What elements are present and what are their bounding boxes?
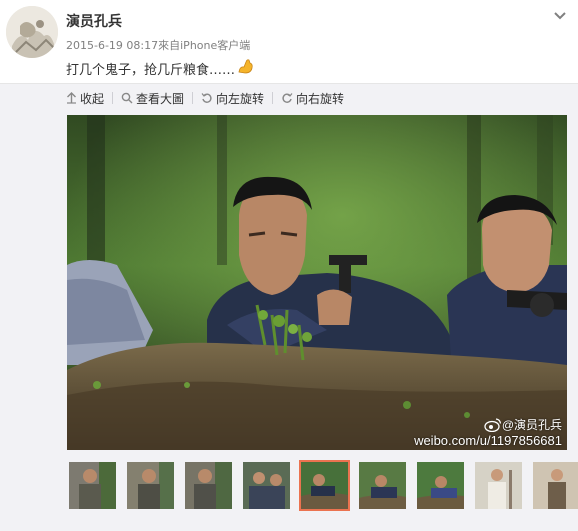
thumbnail-image [301,462,348,509]
watermark-url: weibo.com/u/1197856681 [414,433,562,448]
arrow-up-icon [67,92,76,104]
divider [272,92,274,104]
thumbnail-image [359,462,406,509]
rotate-left-label: 向左旋转 [216,91,265,106]
thumbnail[interactable] [125,460,176,511]
view-large-button[interactable]: 查看大圖 [121,90,184,107]
thumbnail[interactable] [357,460,408,511]
post-meta: 2015-6-19 08:17來自iPhone客户端 [66,39,251,52]
thumbnail[interactable] [473,460,524,511]
thumbnail-image [533,462,578,509]
thumbnail[interactable] [183,460,234,511]
main-photo[interactable]: @演员孔兵 weibo.com/u/1197856681 [67,115,567,450]
rotate-right-button[interactable]: 向右旋转 [281,90,344,107]
image-toolbar: 收起 查看大圖 向左旋转 向右旋转 [66,88,344,108]
avatar[interactable] [6,6,58,58]
thumbnail-image [185,462,232,509]
divider [192,92,194,104]
thumbnail[interactable] [531,460,578,511]
thumbnail[interactable] [415,460,466,511]
rotate-left-icon [201,93,212,103]
rotate-right-label: 向右旋转 [296,91,345,106]
view-large-label: 查看大圖 [136,91,185,106]
flexed-arm-icon [237,58,255,78]
thumbnail-image [69,462,116,509]
thumbnail-active[interactable] [299,460,350,511]
watermark-name: @演员孔兵 [501,418,562,432]
collapse-label: 收起 [80,91,105,106]
search-icon [121,92,133,104]
photo-image [67,115,567,450]
thumbnail[interactable] [67,460,118,511]
post-card: 演员孔兵 2015-6-19 08:17來自iPhone客户端 打几个鬼子，抢几… [0,0,578,84]
thumbnail-image [475,462,522,509]
avatar-image [6,6,58,58]
post-text-content: 打几个鬼子，抢几斤粮食…… [66,62,236,78]
post-text: 打几个鬼子，抢几斤粮食…… [66,58,255,78]
thumbnail-image [417,462,464,509]
author-name[interactable]: 演员孔兵 [66,11,122,31]
thumbnail-image [127,462,174,509]
weibo-logo-icon [484,417,501,432]
rotate-right-icon [282,93,293,103]
thumbnail-image [243,462,290,509]
thumbnail[interactable] [241,460,292,511]
divider [112,92,114,104]
thumbnail-strip [67,460,578,511]
chevron-down-icon[interactable] [550,6,570,26]
rotate-left-button[interactable]: 向左旋转 [201,90,264,107]
collapse-button[interactable]: 收起 [66,90,104,107]
photo-watermark: @演员孔兵 weibo.com/u/1197856681 [414,416,562,448]
